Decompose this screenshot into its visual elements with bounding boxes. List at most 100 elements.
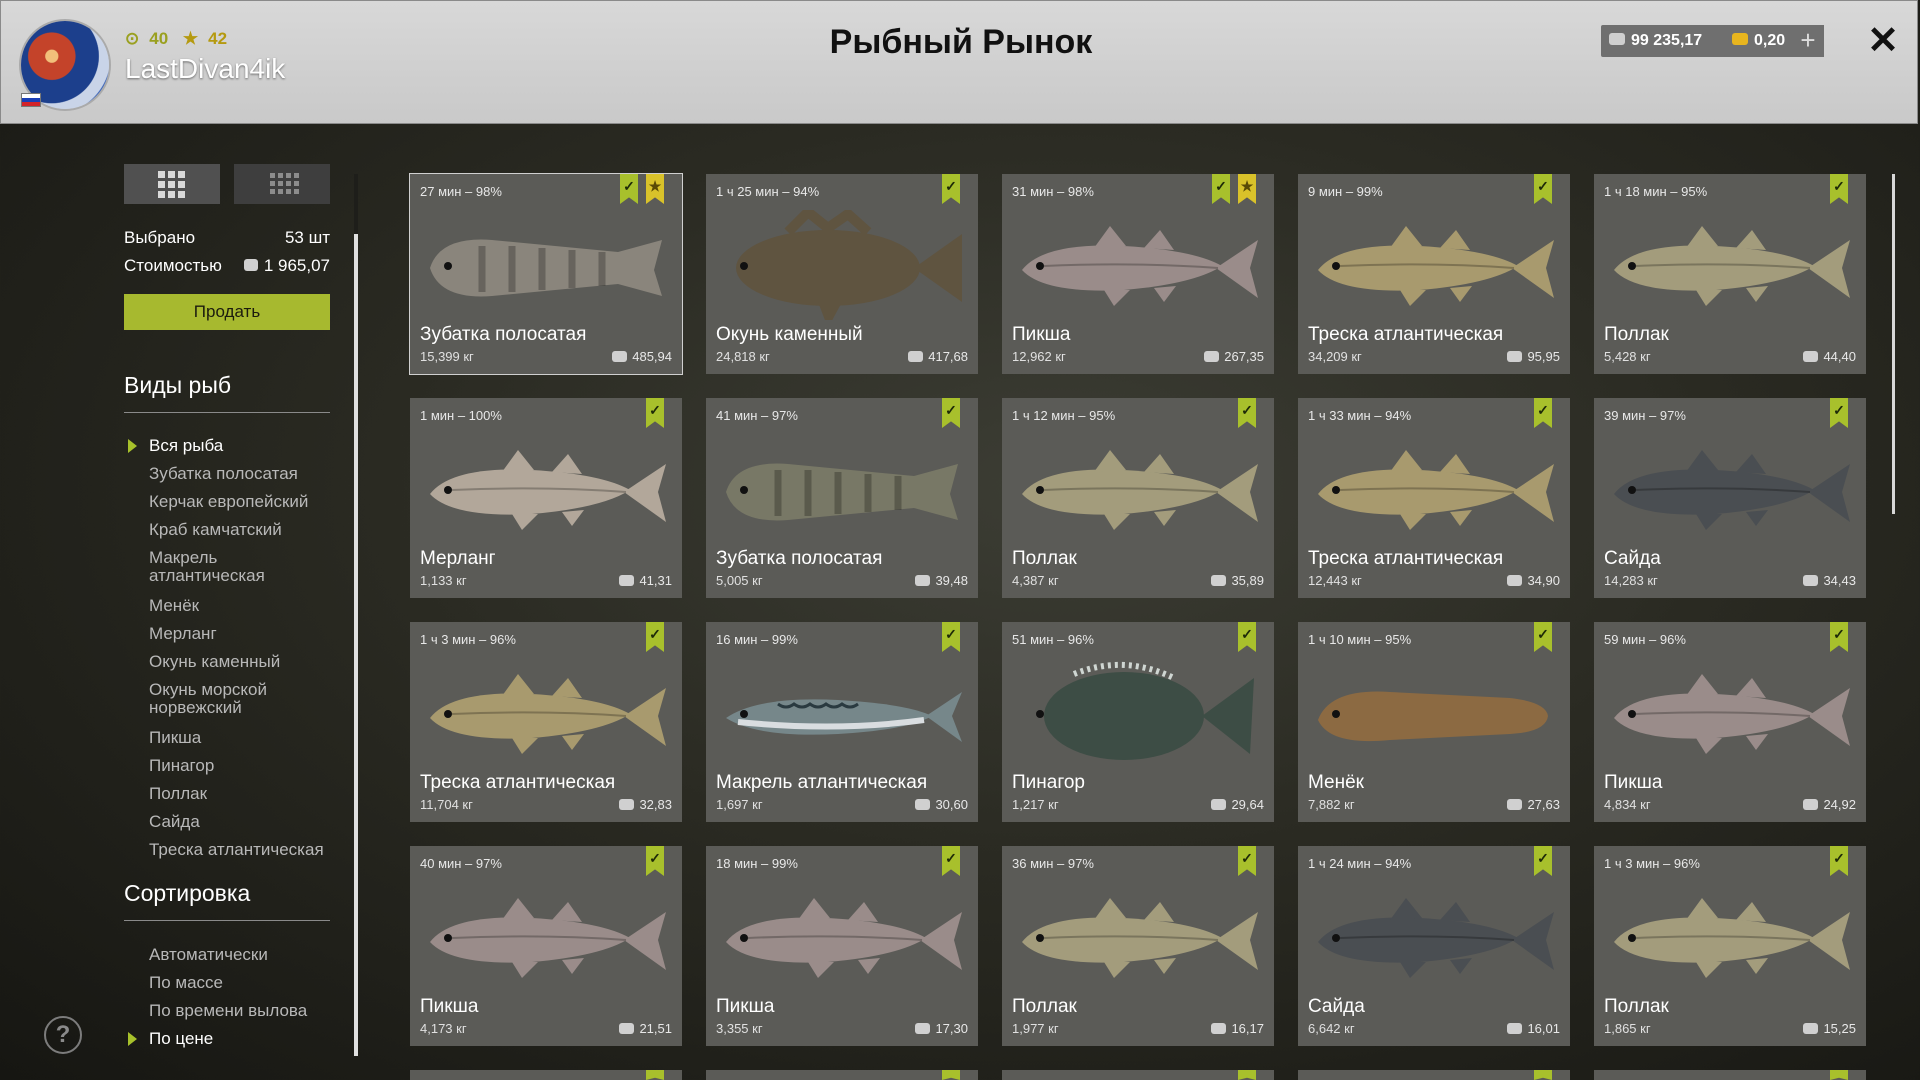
species-filter-item[interactable]: Макрель атлантическая bbox=[149, 549, 329, 585]
selected-check-icon[interactable]: ✓ bbox=[620, 174, 638, 204]
sidebar-scrollbar-thumb[interactable] bbox=[354, 234, 358, 1056]
fish-card-partial[interactable] bbox=[706, 1070, 978, 1080]
species-filter-item[interactable]: Вся рыба bbox=[149, 437, 329, 455]
fish-card[interactable]: 1 мин – 100% Мерланг 1,133 кг 41,31 ✓ bbox=[410, 398, 682, 598]
selected-check-icon[interactable]: ✓ bbox=[942, 846, 960, 876]
selected-check-icon[interactable]: ✓ bbox=[942, 398, 960, 428]
selected-check-icon[interactable]: ✓ bbox=[1534, 846, 1552, 876]
selected-check-icon[interactable]: ✓ bbox=[1238, 398, 1256, 428]
fish-price: 21,51 bbox=[619, 1021, 672, 1036]
sort-option[interactable]: По массе bbox=[149, 974, 329, 992]
species-filter-item[interactable]: Менёк bbox=[149, 597, 329, 615]
fish-card[interactable]: 1 ч 3 мин – 96% Треска атлантическая 11,70… bbox=[410, 622, 682, 822]
selected-check-icon[interactable] bbox=[1534, 1070, 1552, 1080]
fish-name: Пикша bbox=[1012, 324, 1071, 345]
selected-check-icon[interactable]: ✓ bbox=[1212, 174, 1230, 204]
selected-check-icon[interactable]: ✓ bbox=[1534, 622, 1552, 652]
fish-card-partial[interactable] bbox=[410, 1070, 682, 1080]
fish-card[interactable]: 41 мин – 97% Зубатка полосатая 5,005 кг 39,… bbox=[706, 398, 978, 598]
fish-card[interactable]: 59 мин – 96% Пикша 4,834 кг 24,92 ✓ bbox=[1594, 622, 1866, 822]
active-arrow-icon bbox=[128, 1032, 137, 1046]
view-large-grid-button[interactable] bbox=[124, 164, 220, 204]
fish-name: Треска атлантическая bbox=[420, 772, 616, 793]
favorite-star-icon[interactable]: ★ bbox=[1238, 174, 1256, 204]
fish-card[interactable]: 36 мин – 97% Поллак 1,977 кг 16,17 ✓ bbox=[1002, 846, 1274, 1046]
sort-option[interactable]: Автоматически bbox=[149, 946, 329, 964]
fish-price: 267,35 bbox=[1204, 349, 1264, 364]
selected-check-icon[interactable] bbox=[942, 1070, 960, 1080]
species-filter-item[interactable]: Пикша bbox=[149, 729, 329, 747]
fish-card-partial[interactable] bbox=[1002, 1070, 1274, 1080]
fish-card[interactable]: 31 мин – 98% Пикша 12,962 кг 267,35 ✓ ★ bbox=[1002, 174, 1274, 374]
fish-image bbox=[718, 882, 966, 992]
silver-coin-icon bbox=[915, 574, 931, 586]
species-filter-item[interactable]: Мерланг bbox=[149, 625, 329, 643]
selected-check-icon[interactable]: ✓ bbox=[1830, 622, 1848, 652]
selected-check-icon[interactable]: ✓ bbox=[1830, 846, 1848, 876]
add-currency-button[interactable]: + bbox=[1792, 25, 1824, 57]
selected-check-icon[interactable]: ✓ bbox=[1830, 174, 1848, 204]
selected-label: Выбрано bbox=[124, 228, 196, 247]
fish-card[interactable]: 1 ч 3 мин – 96% Поллак 1,865 кг 15,25 ✓ bbox=[1594, 846, 1866, 1046]
silver-coin-icon bbox=[1211, 798, 1227, 810]
fish-card[interactable]: 1 ч 12 мин – 95% Поллак 4,387 кг 35,89 ✓ bbox=[1002, 398, 1274, 598]
fish-card[interactable]: 1 ч 24 мин – 94% Сайда 6,642 кг 16,01 ✓ bbox=[1298, 846, 1570, 1046]
selected-check-icon[interactable]: ✓ bbox=[1534, 174, 1552, 204]
grid-scrollbar[interactable] bbox=[1892, 174, 1895, 514]
sidebar-scrollbar[interactable] bbox=[354, 174, 358, 1056]
fish-card[interactable]: 16 мин – 99% Макрель атлантическая 1,697 к… bbox=[706, 622, 978, 822]
species-filter-item[interactable]: Окунь морской норвежский bbox=[149, 681, 329, 717]
species-filter-item[interactable]: Окунь каменный bbox=[149, 653, 329, 671]
help-icon[interactable]: ? bbox=[44, 1016, 82, 1054]
silver-coin-icon bbox=[1803, 1022, 1819, 1034]
silver-coin-icon bbox=[1204, 350, 1220, 362]
selected-check-icon[interactable]: ✓ bbox=[646, 398, 664, 428]
fish-price: 30,60 bbox=[915, 797, 968, 812]
close-button[interactable]: ✕ bbox=[1863, 21, 1903, 61]
selected-check-icon[interactable] bbox=[1830, 1070, 1848, 1080]
selected-check-icon[interactable]: ✓ bbox=[942, 622, 960, 652]
catch-time: 51 мин – 96% bbox=[1012, 632, 1094, 647]
species-filter-item[interactable]: Поллак bbox=[149, 785, 329, 803]
cost-value: 1 965,07 bbox=[243, 256, 330, 276]
catch-time: 36 мин – 97% bbox=[1012, 856, 1094, 871]
fish-price: 16,17 bbox=[1211, 1021, 1264, 1036]
selected-check-icon[interactable]: ✓ bbox=[1238, 846, 1256, 876]
sort-option[interactable]: По цене bbox=[149, 1030, 329, 1048]
sort-option[interactable]: По времени вылова bbox=[149, 1002, 329, 1020]
selected-check-icon[interactable] bbox=[1238, 1070, 1256, 1080]
fish-card[interactable]: 1 ч 10 мин – 95% Менёк 7,882 кг 27,63 ✓ bbox=[1298, 622, 1570, 822]
selected-check-icon[interactable]: ✓ bbox=[646, 846, 664, 876]
fish-card[interactable]: 1 ч 25 мин – 94% Окунь каменный 24,818 кг 4… bbox=[706, 174, 978, 374]
sell-button[interactable]: Продать bbox=[124, 294, 330, 330]
fish-price: 34,90 bbox=[1507, 573, 1560, 588]
fish-card[interactable]: 27 мин – 98% Зубатка полосатая 15,399 кг 48… bbox=[409, 173, 683, 375]
species-filter-item[interactable]: Сайда bbox=[149, 813, 329, 831]
species-filter-item[interactable]: Краб камчатский bbox=[149, 521, 329, 539]
fish-card[interactable]: 51 мин – 96% Пинагор 1,217 кг 29,64 ✓ bbox=[1002, 622, 1274, 822]
species-filter-item[interactable]: Пинагор bbox=[149, 757, 329, 775]
species-filter-item[interactable]: Зубатка полосатая bbox=[149, 465, 329, 483]
silver-coin-icon bbox=[1507, 1022, 1523, 1034]
silver-coin-icon bbox=[908, 350, 924, 362]
selected-check-icon[interactable] bbox=[646, 1070, 664, 1080]
fish-card[interactable]: 39 мин – 97% Сайда 14,283 кг 34,43 ✓ bbox=[1594, 398, 1866, 598]
selected-check-icon[interactable]: ✓ bbox=[1238, 622, 1256, 652]
fish-card-partial[interactable] bbox=[1594, 1070, 1866, 1080]
fish-card[interactable]: 9 мин – 99% Треска атлантическая 34,209 кг… bbox=[1298, 174, 1570, 374]
selected-check-icon[interactable]: ✓ bbox=[1830, 398, 1848, 428]
fish-card[interactable]: 40 мин – 97% Пикша 4,173 кг 21,51 ✓ bbox=[410, 846, 682, 1046]
fish-card[interactable]: 1 ч 18 мин – 95% Поллак 5,428 кг 44,40 ✓ bbox=[1594, 174, 1866, 374]
selected-check-icon[interactable]: ✓ bbox=[1534, 398, 1552, 428]
fish-card-partial[interactable] bbox=[1298, 1070, 1570, 1080]
species-filter-item[interactable]: Треска атлантическая bbox=[149, 841, 329, 859]
fish-card[interactable]: 18 мин – 99% Пикша 3,355 кг 17,30 ✓ bbox=[706, 846, 978, 1046]
species-filter-item[interactable]: Керчак европейский bbox=[149, 493, 329, 511]
fish-card[interactable]: 1 ч 33 мин – 94% Треска атлантическая 12,4… bbox=[1298, 398, 1570, 598]
gold-coin-icon bbox=[1732, 33, 1748, 46]
fish-weight: 12,962 кг bbox=[1012, 349, 1066, 364]
view-small-grid-button[interactable] bbox=[234, 164, 330, 204]
selected-check-icon[interactable]: ✓ bbox=[942, 174, 960, 204]
selected-check-icon[interactable]: ✓ bbox=[646, 622, 664, 652]
favorite-star-icon[interactable]: ★ bbox=[646, 174, 664, 204]
